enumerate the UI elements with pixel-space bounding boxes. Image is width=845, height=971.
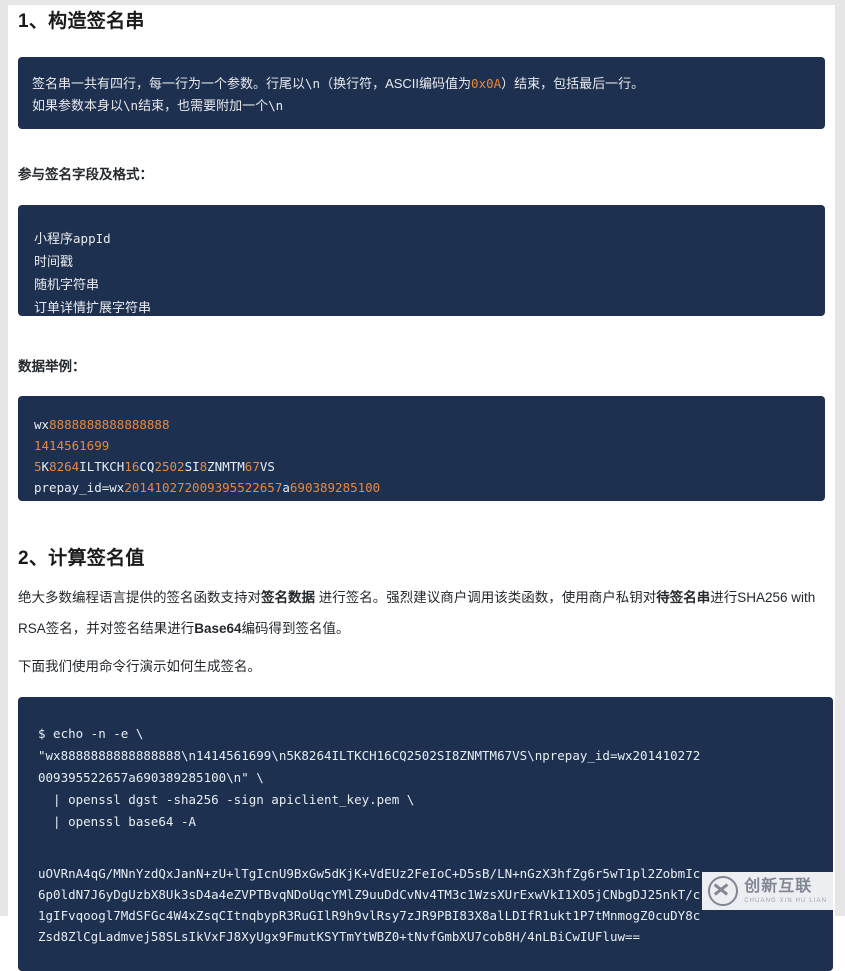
document-page: 1、构造签名串 签名串一共有四行，每一行为一个参数。行尾以\n（换行符，ASCI… [0, 0, 845, 971]
watermark-logo-icon [708, 876, 739, 906]
base64-output-line: 6p0ldN7J6yDgUzbX8Uk3sD4a4eZVPTBvqNDoUqcY… [38, 887, 701, 902]
field-row: 订单详情扩展字符串 [34, 296, 809, 319]
note-line-1-escape: \n [305, 76, 321, 91]
watermark-name-cn: 创新互联 [744, 877, 813, 895]
note-line-1-post: ）结束，包括最后一行。 [501, 76, 645, 91]
example-code-panel: wx8888888888888888 1414561699 5K8264ILTKCH… [18, 396, 825, 501]
section-2-heading: 2、计算签名值 [18, 548, 145, 569]
code-token-number: 2502 [154, 459, 185, 474]
code-token-text: VS [259, 459, 275, 474]
note-line-2-escape-2: \n [268, 98, 284, 113]
field-row: 小程序appId [34, 227, 809, 250]
example-code-line: 1414561699 [34, 435, 809, 456]
paragraph-bold-3: Base64 [194, 621, 242, 636]
shell-command-line: | openssl base64 -A [38, 814, 197, 829]
document-content: 1、构造签名串 签名串一共有四行，每一行为一个参数。行尾以\n（换行符，ASCI… [8, 5, 835, 971]
code-token-number: 201410272009395522657 [124, 480, 283, 495]
code-token-text: ZNMTM [207, 459, 245, 474]
note-line-1: 签名串一共有四行，每一行为一个参数。行尾以\n（换行符，ASCII编码值为0x0… [32, 73, 811, 95]
site-watermark: 创新互联 CHUANG XIN HU LIAN [702, 872, 833, 910]
shell-command-line: 009395522657a690389285100\n" \ [38, 770, 264, 785]
code-token-number: 67 [244, 459, 260, 474]
field-label-cn: 随机字符串 [34, 277, 100, 292]
command-line-panel: $ echo -n -e \ "wx8888888888888888\n14145… [18, 697, 833, 971]
shell-command-line: | openssl dgst -sha256 -sign apiclient_k… [38, 792, 415, 807]
page-right-rail [835, 0, 845, 916]
example-code-line: prepay_id=wx201410272009395522657a690389… [34, 477, 809, 498]
note-line-2-mid: 结束，也需要附加一个 [138, 98, 269, 113]
code-token-text: prepay_id=wx [34, 480, 125, 495]
base64-output-line: Zsd8ZlCgLadmvej58SLsIkVxFJ8XyUgx9FmutKSY… [38, 929, 641, 944]
code-token-number: 16 [124, 459, 140, 474]
base64-output-line: uOVRnA4qG/MNnYzdQxJanN+zU+lTgIcnU9BxGw5d… [38, 866, 701, 881]
fields-label: 参与签名字段及格式： [18, 167, 153, 182]
paragraph-bold-1: 签名数据 [261, 590, 315, 605]
note-line-2-escape-1: \n [123, 98, 139, 113]
note-line-1-mid: （换行符，ASCII编码值为 [320, 76, 472, 91]
section-2-paragraph-2: 下面我们使用命令行演示如何生成签名。 [18, 659, 261, 674]
shell-command-line: $ echo -n -e \ [38, 726, 144, 741]
code-token-text: CQ [139, 459, 155, 474]
field-row: 时间戳 [34, 250, 809, 273]
field-row: 随机字符串 [34, 273, 809, 296]
code-token-text: a [282, 480, 290, 495]
example-label: 数据举例： [18, 359, 86, 374]
code-token-number: 1414561699 [34, 438, 110, 453]
page-left-rail [0, 0, 8, 916]
section-1-heading: 1、构造签名串 [18, 11, 145, 32]
note-line-2: 如果参数本身以\n结束，也需要附加一个\n [32, 95, 811, 117]
signature-string-note-panel: 签名串一共有四行，每一行为一个参数。行尾以\n（换行符，ASCII编码值为0x0… [18, 57, 825, 129]
note-line-1-pre: 签名串一共有四行，每一行为一个参数。行尾以 [32, 76, 306, 91]
field-label-cn: 时间戳 [34, 254, 74, 269]
field-label-cn: 小程序 [34, 231, 74, 246]
watermark-name-pinyin: CHUANG XIN HU LIAN [744, 897, 827, 904]
section-2-paragraph: 绝大多数编程语言提供的签名函数支持对签名数据 进行签名。强烈建议商户调用该类函数… [18, 582, 825, 644]
signature-fields-panel: 小程序appId 时间戳 随机字符串 订单详情扩展字符串 [18, 205, 825, 316]
code-token-number: 8888888888888888 [49, 417, 170, 432]
code-token-text: SI [184, 459, 200, 474]
code-token-text: K [41, 459, 50, 474]
paragraph-bold-2: 待签名串 [656, 590, 711, 605]
code-token-number: 5 [34, 459, 42, 474]
code-token-text: ILTKCH [79, 459, 125, 474]
example-code-line: wx8888888888888888 [34, 414, 809, 435]
field-label-cn: 订单详情扩展字符串 [34, 300, 152, 315]
shell-command-block: $ echo -n -e \ "wx8888888888888888\n14145… [18, 697, 833, 855]
field-label-en: appId [73, 231, 111, 246]
shell-command-line: "wx8888888888888888\n1414561699\n5K8264I… [38, 748, 701, 763]
code-token-number: 690389285100 [289, 480, 381, 495]
paragraph-text-2: 进行签名。强烈建议商户调用该类函数，使用商户私钥对 [315, 590, 657, 605]
code-token-number: 8264 [49, 459, 80, 474]
code-token-text: wx [34, 417, 50, 432]
note-line-1-hexvalue: 0x0A [471, 76, 502, 91]
note-line-2-pre: 如果参数本身以 [32, 98, 124, 113]
watermark-text: 创新互联 CHUANG XIN HU LIAN [744, 877, 827, 904]
paragraph-text-1: 绝大多数编程语言提供的签名函数支持对 [18, 590, 261, 605]
paragraph-text-4: 编码得到签名值。 [241, 621, 350, 636]
example-code-line: 5K8264ILTKCH16CQ2502SI8ZNMTM67VS [34, 456, 809, 477]
